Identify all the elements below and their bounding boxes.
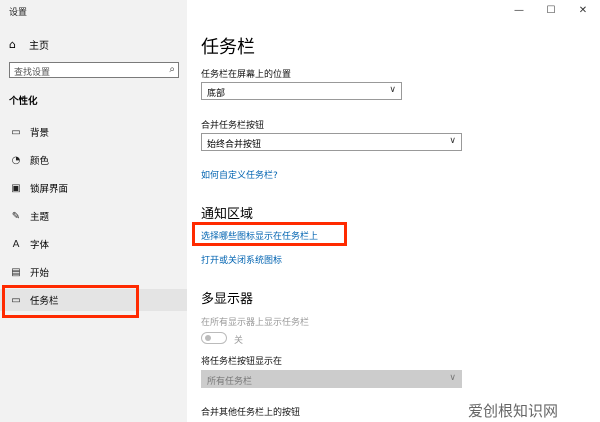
sidebar-item-label: 颜色 [30, 156, 50, 167]
sidebar-item-label: 锁屏界面 [30, 184, 69, 195]
palette-icon: ◔ [11, 154, 21, 166]
show-all-toggle[interactable] [201, 332, 227, 344]
theme-icon: ✎ [11, 210, 21, 222]
show-buttons-label: 将任务栏按钮显示在 [201, 357, 283, 367]
sidebar-item-label: 背景 [30, 128, 50, 139]
image-icon: ▭ [11, 126, 21, 138]
combine-other-label: 合并其他任务栏上的按钮 [201, 408, 301, 418]
sidebar-item-label: 开始 [30, 268, 50, 279]
window-title: 设置 [9, 8, 28, 18]
lock-screen-icon: ▣ [11, 182, 21, 194]
highlight-box-select-icons [192, 222, 347, 246]
font-icon: A [12, 238, 20, 250]
system-icons-link[interactable]: 打开或关闭系统图标 [201, 253, 282, 266]
search-placeholder: 查找设置 [14, 68, 51, 78]
sidebar-item-lock-screen[interactable]: ▣ 锁屏界面 [0, 177, 187, 199]
combine-label: 合并任务栏按钮 [201, 121, 265, 131]
home-nav[interactable]: ⌂ 主页 [9, 36, 49, 52]
sidebar-item-background[interactable]: ▭ 背景 [0, 121, 187, 143]
combine-dropdown[interactable]: 始终合并按钮 ∨ [201, 133, 462, 151]
sidebar-item-fonts[interactable]: A 字体 [0, 233, 187, 255]
chevron-down-icon: ∨ [449, 136, 456, 146]
sidebar-item-themes[interactable]: ✎ 主题 [0, 205, 187, 227]
start-icon: ▤ [11, 266, 21, 278]
combine-value: 始终合并按钮 [207, 140, 262, 150]
sidebar-section-title: 个性化 [9, 96, 38, 107]
search-icon: ⌕ [169, 64, 175, 75]
customize-link[interactable]: 如何自定义任务栏? [201, 168, 278, 181]
sidebar-item-start[interactable]: ▤ 开始 [0, 261, 187, 283]
watermark: 爱创根知识网 [468, 402, 559, 420]
highlight-box-taskbar [2, 285, 139, 318]
page-title: 任务栏 [201, 37, 255, 58]
main-panel: 任务栏 任务栏在屏幕上的位置 底部 ∨ 合并任务栏按钮 始终合并按钮 ∨ 如何自… [187, 0, 600, 422]
toggle-knob [205, 335, 211, 341]
show-all-label: 在所有显示器上显示任务栏 [201, 318, 310, 328]
show-buttons-value: 所有任务栏 [207, 377, 253, 387]
search-input[interactable]: 查找设置 ⌕ [9, 62, 179, 78]
chevron-down-icon: ∨ [389, 85, 396, 95]
toggle-state: 关 [234, 336, 244, 346]
position-value: 底部 [207, 89, 226, 99]
notification-heading: 通知区域 [201, 207, 254, 222]
sidebar-item-label: 字体 [30, 240, 50, 251]
position-dropdown[interactable]: 底部 ∨ [201, 82, 402, 100]
home-label: 主页 [29, 40, 49, 52]
multi-display-heading: 多显示器 [201, 292, 254, 307]
chevron-down-icon: ∨ [449, 373, 456, 383]
position-label: 任务栏在屏幕上的位置 [201, 70, 292, 80]
show-buttons-dropdown[interactable]: 所有任务栏 ∨ [201, 370, 462, 388]
sidebar-item-label: 主题 [30, 212, 50, 223]
sidebar-item-colors[interactable]: ◔ 颜色 [0, 149, 187, 171]
home-icon: ⌂ [9, 37, 16, 51]
